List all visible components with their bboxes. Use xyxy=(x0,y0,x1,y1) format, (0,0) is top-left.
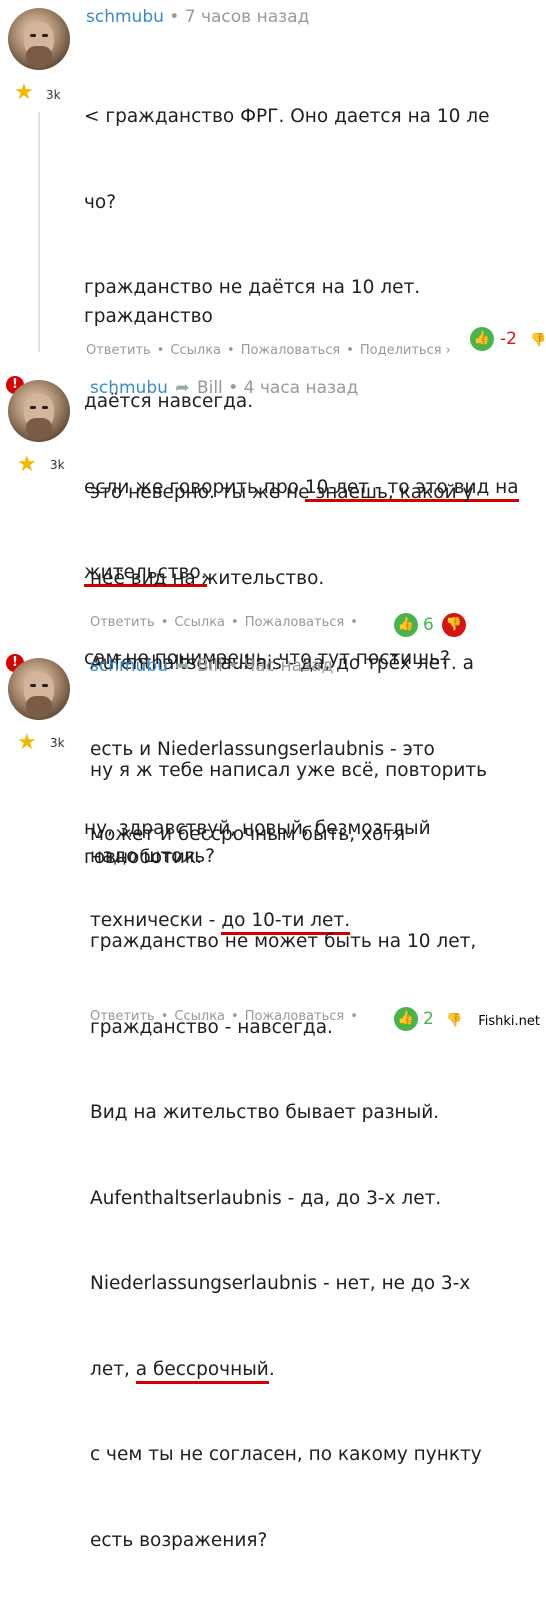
comment-1: ★ 3k schmubu • 7 часов назад < гражданст… xyxy=(0,0,546,868)
thumbs-down-icon[interactable]: 👎 xyxy=(442,613,466,637)
site-watermark: Fishki.net xyxy=(476,1014,542,1029)
reply-to-link[interactable]: Bill xyxy=(197,656,223,676)
comment-actions: Ответить • Ссылка • Пожаловаться • xyxy=(90,1009,358,1024)
comment-text: ну я ж тебе написал уже всё, повторить н… xyxy=(90,700,530,1612)
link-link[interactable]: Ссылка xyxy=(174,1009,225,1024)
reply-link[interactable]: Ответить xyxy=(90,1009,155,1024)
text-line: с чем ты не согласен, по какому пункту xyxy=(90,1444,482,1465)
report-link[interactable]: Пожаловаться xyxy=(245,615,345,630)
thumbs-up-icon[interactable]: 👍 xyxy=(394,1007,418,1031)
text-line: это неверно. ты же не знаешь, какой у xyxy=(90,482,474,503)
text-line: < гражданство ФРГ. Оно дается на 10 ле xyxy=(84,106,490,127)
text-line: Вид на жительство бывает разный. xyxy=(90,1102,440,1123)
score: 2 xyxy=(423,1009,434,1029)
text-line: есть возражения? xyxy=(90,1529,268,1551)
thread-line xyxy=(38,112,40,352)
score: 6 xyxy=(423,615,434,635)
text-line: Aufenthaltserlaubnis - да, до 3-х лет. xyxy=(90,1187,442,1209)
author-link[interactable]: schmubu xyxy=(86,7,164,27)
user-rating: 3k xyxy=(46,88,61,102)
thumbs-down-icon[interactable]: 👎 xyxy=(446,1009,462,1029)
comment-actions: Ответить • Ссылка • Пожаловаться • Поделиться … xyxy=(86,343,451,358)
comment-header: schmubu • 7 часов назад xyxy=(86,7,310,27)
thumbs-up-icon[interactable]: 👍 xyxy=(394,613,418,637)
timestamp[interactable]: 7 часов назад xyxy=(185,7,310,27)
comment-header: schmubu ➦ Bill • Час назад xyxy=(90,656,334,676)
reply-to-link[interactable]: Bill xyxy=(197,378,223,398)
text-line: неё вид на жительство. xyxy=(90,567,325,589)
user-rating: 3k xyxy=(50,736,65,750)
thumbs-down-icon[interactable]: 👎 xyxy=(530,329,546,349)
text-line: чо? xyxy=(84,191,117,213)
reply-link[interactable]: Ответить xyxy=(86,343,151,358)
author-link[interactable]: schmubu xyxy=(90,656,168,676)
link-link[interactable]: Ссылка xyxy=(174,615,225,630)
star-icon: ★ xyxy=(17,452,37,477)
underlined-text: а бессрочный xyxy=(135,1358,269,1384)
report-link[interactable]: Пожаловаться xyxy=(241,343,341,358)
text-line: лет, а бессрочный. xyxy=(90,1356,530,1385)
link-link[interactable]: Ссылка xyxy=(170,343,221,358)
timestamp[interactable]: Час назад xyxy=(244,656,334,676)
author-link[interactable]: schmubu xyxy=(90,378,168,398)
text-line: ну я ж тебе написал уже всё, повторить xyxy=(90,760,488,781)
text-line: Niederlassungserlaubnis - нет, не до 3-х xyxy=(90,1273,471,1294)
reply-arrow-icon: ➦ xyxy=(175,378,190,398)
text-line: надо штоль? xyxy=(90,845,215,867)
report-link[interactable]: Пожаловаться xyxy=(245,1009,345,1024)
score: -2 xyxy=(500,329,517,349)
comment-2: ! ★ 3k schmubu ➦ Bill • 4 часа назад это… xyxy=(0,370,546,935)
share-link[interactable]: Поделиться › xyxy=(360,343,451,358)
star-icon: ★ xyxy=(17,730,37,755)
star-icon: ★ xyxy=(14,80,34,105)
timestamp[interactable]: 4 часа назад xyxy=(244,378,359,398)
reply-arrow-icon: ➦ xyxy=(175,656,190,676)
reply-link[interactable]: Ответить xyxy=(90,615,155,630)
user-rating: 3k xyxy=(50,458,65,472)
thumbs-up-icon[interactable]: 👍 xyxy=(470,327,494,351)
comment-actions: Ответить • Ссылка • Пожаловаться • xyxy=(90,615,358,630)
avatar[interactable] xyxy=(8,658,70,720)
avatar[interactable] xyxy=(8,380,70,442)
text-line: гражданство не может быть на 10 лет, xyxy=(90,931,477,952)
comment-3: ! ★ 3k schmubu ➦ Bill • Час назад ну я ж… xyxy=(0,648,546,1551)
avatar[interactable] xyxy=(8,8,70,70)
comment-header: schmubu ➦ Bill • 4 часа назад xyxy=(90,378,359,398)
text-line: гражданство не даётся на 10 лет. граждан… xyxy=(84,277,427,327)
